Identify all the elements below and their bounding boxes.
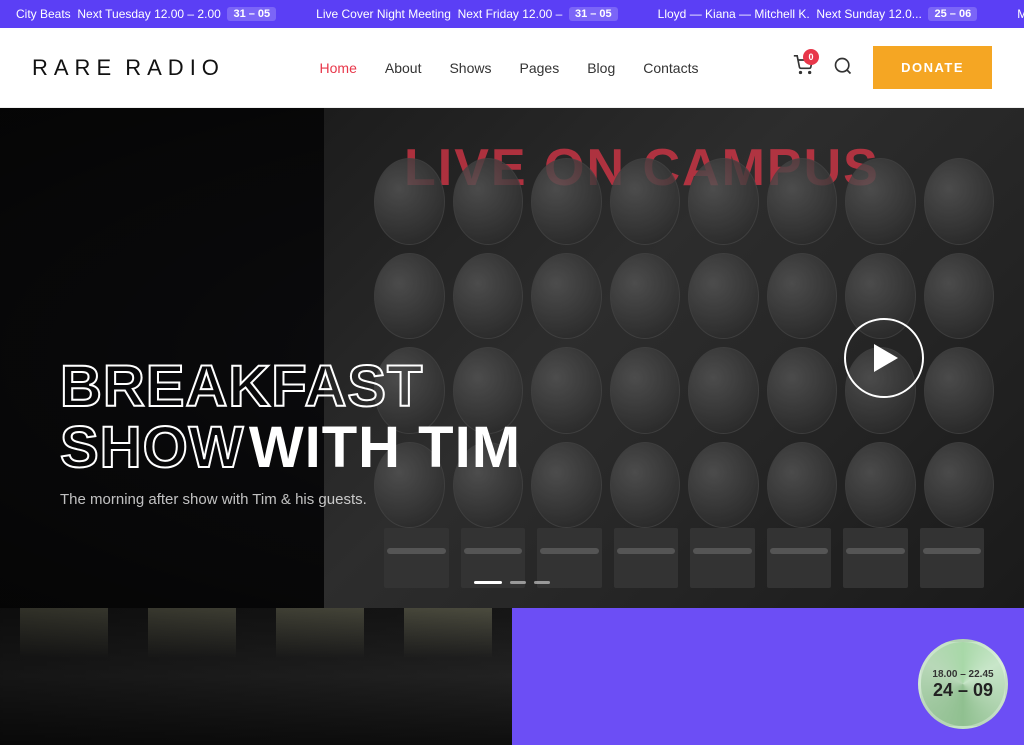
fader — [537, 528, 602, 588]
ticker-title-1: City Beats — [16, 7, 71, 21]
bottom-left-overlay — [0, 608, 512, 745]
hero-title-show: SHOW — [60, 415, 244, 480]
site-logo[interactable]: RARE RADIO — [32, 55, 225, 81]
knob — [531, 347, 602, 434]
event-badge[interactable]: 18.00 – 22.45 24 – 09 — [918, 639, 1008, 729]
knob — [767, 253, 838, 340]
knob — [610, 347, 681, 434]
nav-about[interactable]: About — [385, 60, 422, 76]
ticker-item-1: City Beats Next Tuesday 12.00 – 2.00 31 … — [0, 0, 300, 28]
header: RARE RADIO Home About Shows Pages Blog C… — [0, 28, 1024, 108]
hero-subtitle: The morning after show with Tim & his gu… — [60, 491, 521, 508]
fader — [690, 528, 755, 588]
nav-actions: 0 DONATE — [793, 46, 992, 89]
knob — [767, 158, 838, 245]
slider-dot-3[interactable] — [534, 581, 550, 584]
knob — [688, 442, 759, 529]
knob — [374, 253, 445, 340]
play-button[interactable] — [844, 318, 924, 398]
nav-contacts[interactable]: Contacts — [643, 60, 698, 76]
bottom-row: 18.00 – 22.45 24 – 09 — [0, 608, 1024, 745]
fader — [920, 528, 985, 588]
ticker-bar: City Beats Next Tuesday 12.00 – 2.00 31 … — [0, 0, 1024, 28]
ticker-title-4: Midday — [1017, 7, 1024, 21]
knob — [531, 442, 602, 529]
ticker-date-2: 31 – 05 — [569, 7, 618, 21]
ticker-time-1: Next Tuesday 12.00 – 2.00 — [77, 7, 220, 21]
nav-blog[interactable]: Blog — [587, 60, 615, 76]
bottom-left-panel — [0, 608, 512, 745]
main-nav: Home About Shows Pages Blog Contacts — [320, 60, 699, 76]
knob — [924, 158, 995, 245]
knob — [924, 253, 995, 340]
logo-sub: RADIO — [125, 55, 225, 80]
mixer-faders — [384, 528, 984, 588]
slider-dot-1[interactable] — [474, 581, 502, 584]
knob — [924, 347, 995, 434]
hero-content: BREAKFAST SHOW WITH TIM The morning afte… — [60, 357, 521, 508]
ticker-date-1: 31 – 05 — [227, 7, 276, 21]
knob — [610, 158, 681, 245]
slider-dots — [474, 581, 550, 584]
knob — [924, 442, 995, 529]
ticker-title-3: Lloyd — Kiana — Mitchell K. — [658, 7, 810, 21]
nav-home[interactable]: Home — [320, 60, 357, 76]
ticker-item-2: Live Cover Night Meeting Next Friday 12.… — [300, 0, 642, 28]
knob — [610, 253, 681, 340]
knob — [688, 158, 759, 245]
ticker-date-3: 25 – 06 — [928, 7, 977, 21]
knob — [688, 253, 759, 340]
nav-shows[interactable]: Shows — [449, 60, 491, 76]
fader — [461, 528, 526, 588]
hero-section: LIVE ON CAMPUS — [0, 108, 1024, 608]
knob — [767, 442, 838, 529]
ticker-item-4: Midday — [1001, 0, 1024, 28]
hero-title-line2: SHOW WITH TIM — [60, 418, 521, 479]
cart-button[interactable]: 0 — [793, 55, 813, 80]
slider-dot-2[interactable] — [510, 581, 526, 584]
ticker-title-2: Live Cover Night Meeting — [316, 7, 451, 21]
knob — [453, 253, 524, 340]
fader — [843, 528, 908, 588]
fader — [614, 528, 679, 588]
knob — [610, 442, 681, 529]
cart-count: 0 — [803, 49, 819, 65]
play-icon — [874, 344, 898, 372]
knob — [531, 158, 602, 245]
logo-main: RARE — [32, 55, 117, 80]
ticker-time-2: Next Friday 12.00 – — [458, 7, 563, 21]
knob — [767, 347, 838, 434]
search-icon — [833, 56, 853, 76]
fader — [384, 528, 449, 588]
nav-pages[interactable]: Pages — [520, 60, 560, 76]
fader — [767, 528, 832, 588]
hero-title-line1: BREAKFAST — [60, 357, 521, 418]
knob — [531, 253, 602, 340]
badge-date: 24 – 09 — [933, 681, 993, 699]
knob — [845, 158, 916, 245]
ticker-item-3: Lloyd — Kiana — Mitchell K. Next Sunday … — [642, 0, 1002, 28]
knob — [453, 158, 524, 245]
bottom-right-panel: 18.00 – 22.45 24 – 09 — [512, 608, 1024, 745]
search-button[interactable] — [829, 52, 857, 83]
knob — [374, 158, 445, 245]
ticker-time-3: Next Sunday 12.0... — [816, 7, 921, 21]
donate-button[interactable]: DONATE — [873, 46, 992, 89]
hero-title-with-tim: WITH TIM — [249, 415, 521, 480]
knob — [688, 347, 759, 434]
knob — [845, 442, 916, 529]
